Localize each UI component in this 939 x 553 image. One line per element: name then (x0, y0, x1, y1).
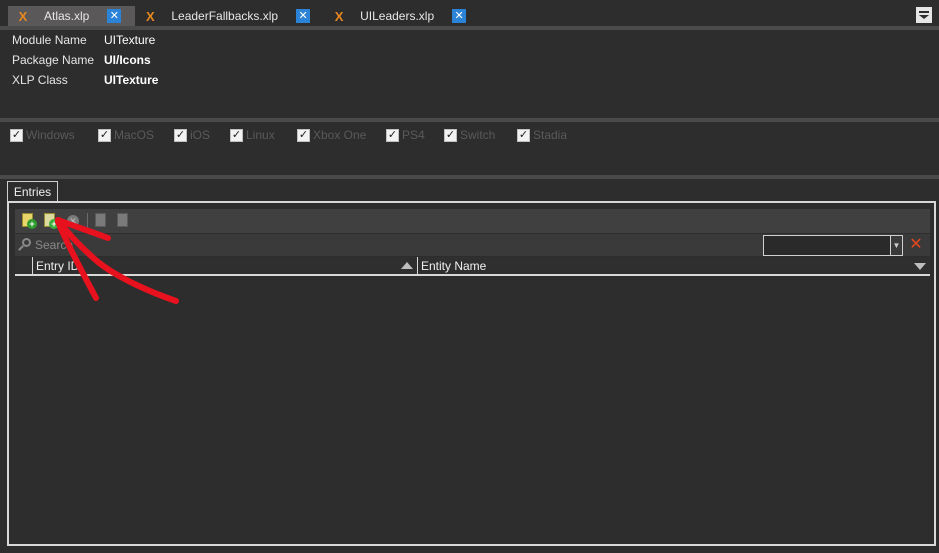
platform-label: MacOS (114, 128, 155, 142)
add-child-entry-button[interactable]: + (43, 213, 59, 229)
row-header-spacer (15, 257, 33, 274)
tab-label: LeaderFallbacks.xlp (171, 9, 279, 23)
checkbox-checked[interactable]: ✓ (98, 128, 111, 142)
checkbox-checked[interactable]: ✓ (444, 128, 457, 142)
chevron-down-icon[interactable]: ▼ (890, 236, 902, 255)
platform-linux[interactable]: ✓ Linux (230, 127, 297, 143)
checkbox-checked[interactable]: ✓ (10, 128, 23, 142)
column-entry-id[interactable]: Entry ID (33, 257, 418, 274)
tab-atlas[interactable]: X Atlas.xlp ✕ (8, 6, 136, 26)
module-name-label: Module Name (12, 33, 87, 47)
tab-bar: X Atlas.xlp ✕ X LeaderFallbacks.xlp ✕ X … (0, 0, 939, 28)
export-icon (117, 213, 128, 227)
remove-entry-icon: ✕ (67, 215, 79, 227)
entries-grid-header: Entry ID Entity Name (15, 257, 930, 276)
plus-icon: + (27, 219, 37, 229)
module-name-row: Module Name UITexture (12, 30, 158, 50)
plus-icon: + (49, 219, 59, 229)
checkbox-checked[interactable]: ✓ (174, 128, 187, 142)
sort-ascending-icon (401, 262, 413, 269)
tab-entries[interactable]: Entries (7, 181, 58, 202)
xlp-file-icon: X (146, 8, 155, 24)
search-icon (17, 237, 33, 253)
refresh-button[interactable] (94, 213, 110, 229)
platform-label: Windows (26, 128, 75, 142)
close-icon[interactable]: ✕ (296, 9, 311, 23)
properties-divider (0, 118, 939, 122)
refresh-icon (95, 213, 106, 227)
entries-toolbar: + + ✕ (15, 209, 930, 233)
search-input[interactable] (35, 238, 335, 252)
platform-macos[interactable]: ✓ MacOS (98, 127, 174, 143)
add-entry-button[interactable]: + (21, 213, 37, 229)
tab-label: Atlas.xlp (44, 9, 90, 23)
xlp-class-label: XLP Class (12, 73, 68, 87)
sort-descending-icon (914, 263, 926, 270)
platform-label: PS4 (402, 128, 425, 142)
platform-stadia[interactable]: ✓ Stadia (517, 127, 577, 143)
platform-label: Stadia (533, 128, 568, 142)
platform-ps4[interactable]: ✓ PS4 (386, 127, 444, 143)
package-name-row: Package Name UI/Icons (12, 50, 158, 70)
hamburger-menu-icon[interactable] (916, 7, 932, 23)
column-label: Entity Name (421, 258, 487, 273)
entries-panel: + + ✕ ▼ ✕ Entry ID (7, 201, 936, 546)
checkbox-checked[interactable]: ✓ (230, 128, 243, 142)
column-entity-name[interactable]: Entity Name (418, 257, 930, 274)
platform-label: Linux (246, 128, 275, 142)
filter-combobox[interactable]: ▼ (763, 235, 903, 256)
xlp-class-row: XLP Class UITexture (12, 70, 158, 90)
remove-entry-button[interactable]: ✕ (65, 213, 81, 229)
search-bar: ▼ ✕ (15, 234, 930, 256)
xlp-file-icon: X (334, 8, 344, 24)
platform-xbox-one[interactable]: ✓ Xbox One (297, 127, 386, 143)
platform-windows[interactable]: ✓ Windows (10, 127, 98, 143)
xlp-file-icon: X (18, 8, 28, 24)
export-button[interactable] (116, 213, 132, 229)
platforms-divider (0, 175, 939, 179)
close-icon[interactable]: ✕ (107, 9, 122, 23)
column-label: Entry ID (36, 258, 80, 273)
package-name-label: Package Name (12, 53, 95, 67)
platform-switch[interactable]: ✓ Switch (444, 127, 517, 143)
platform-label: iOS (190, 128, 211, 142)
clear-filter-icon[interactable]: ✕ (908, 236, 924, 254)
close-icon[interactable]: ✕ (452, 9, 467, 23)
platform-ios[interactable]: ✓ iOS (174, 127, 230, 143)
document-tabs: X Atlas.xlp ✕ X LeaderFallbacks.xlp ✕ X … (8, 6, 480, 26)
tab-label: UILeaders.xlp (360, 9, 435, 23)
tab-leaderfallbacks[interactable]: X LeaderFallbacks.xlp ✕ (135, 6, 324, 26)
platform-checkboxes: ✓ Windows ✓ MacOS ✓ iOS ✓ Linux ✓ Xbox O… (10, 127, 577, 143)
xlp-class-value: UITexture (104, 73, 159, 87)
package-name-value: UI/Icons (104, 53, 151, 67)
module-name-value: UITexture (104, 33, 156, 47)
checkbox-checked[interactable]: ✓ (386, 128, 399, 142)
toolbar-separator (87, 213, 88, 229)
checkbox-checked[interactable]: ✓ (517, 128, 530, 142)
platform-label: Switch (460, 128, 496, 142)
xlp-properties: Module Name UITexture Package Name UI/Ic… (12, 30, 158, 90)
tab-uileaders[interactable]: X UILeaders.xlp ✕ (324, 6, 480, 26)
checkbox-checked[interactable]: ✓ (297, 128, 310, 142)
platform-label: Xbox One (313, 128, 367, 142)
